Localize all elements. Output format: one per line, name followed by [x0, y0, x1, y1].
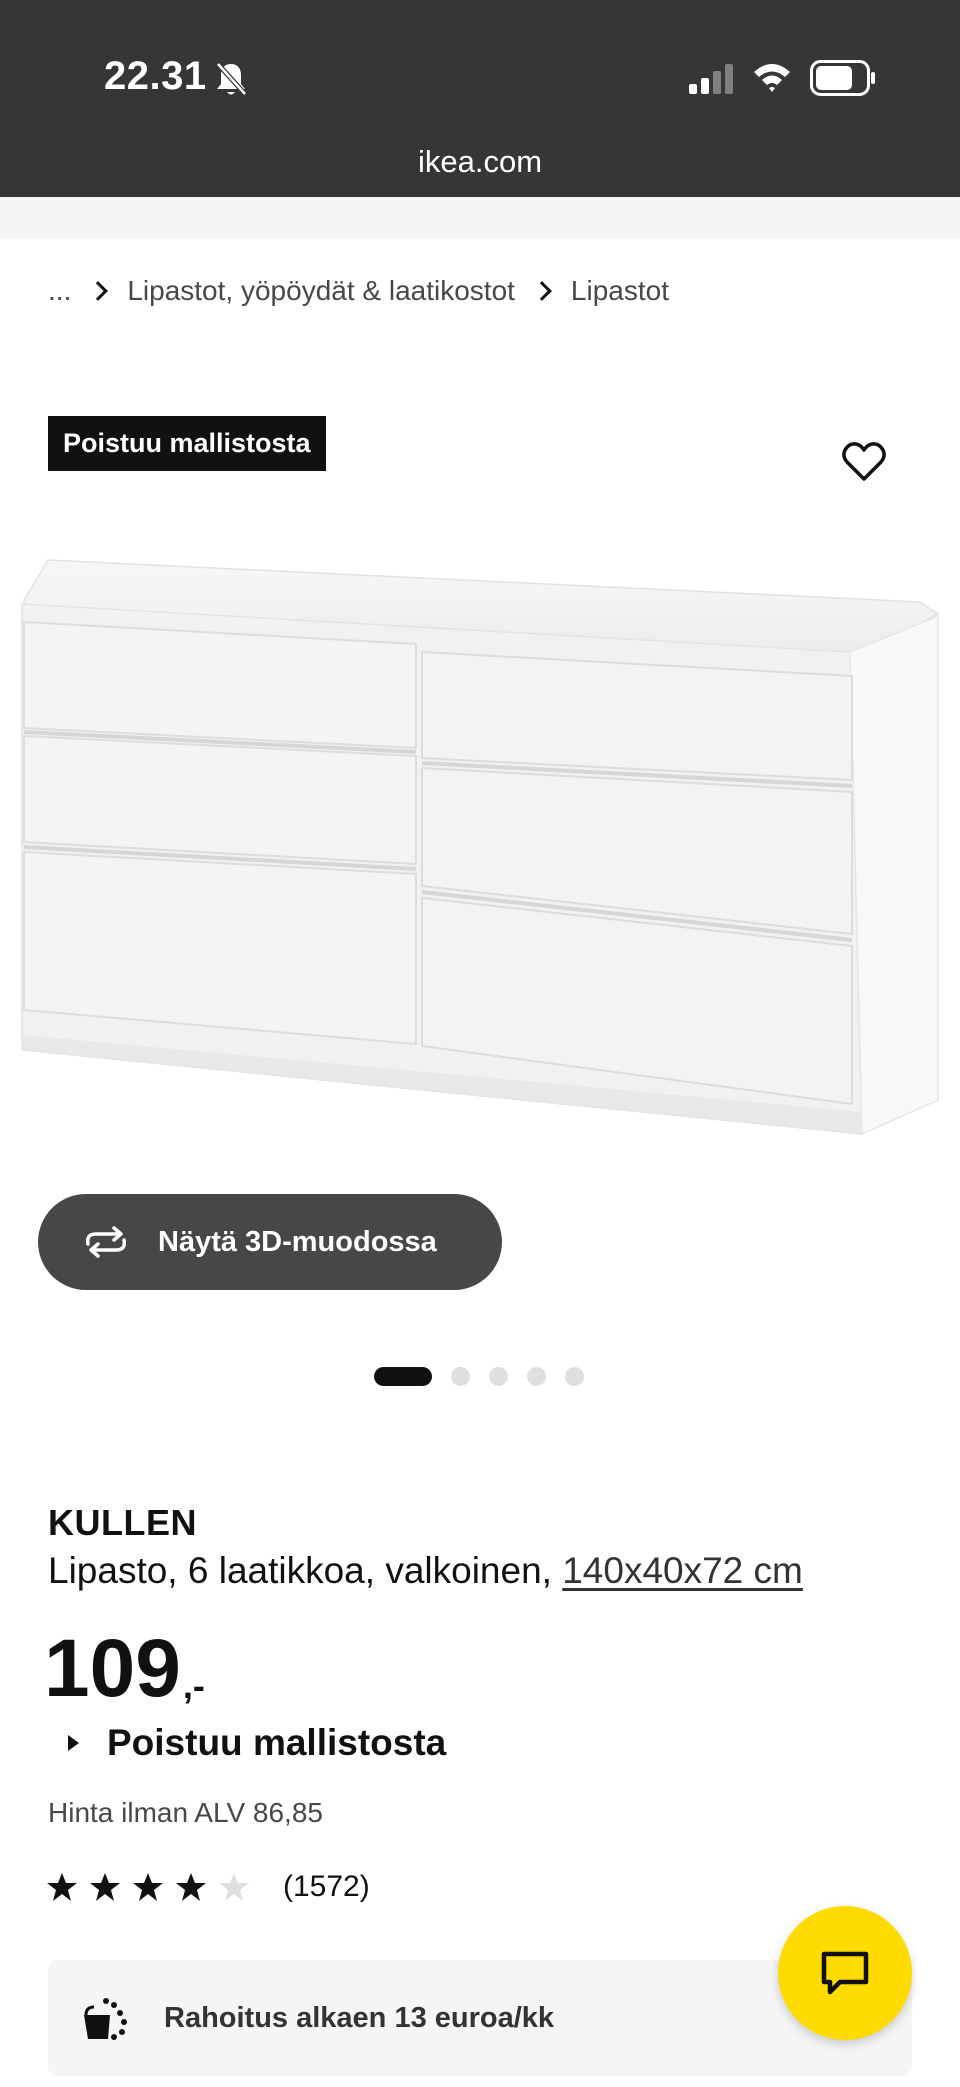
url-bar[interactable]: ikea.com [0, 144, 960, 180]
product-price: 109 ,- [44, 1628, 205, 1710]
status-time: 22.31 [104, 54, 207, 98]
product-description: Lipasto, 6 laatikkoa, valkoinen, 140x40x… [48, 1550, 803, 1592]
gallery-dot-1[interactable] [374, 1366, 432, 1386]
product-image-dresser[interactable] [0, 540, 960, 1160]
product-name: KULLEN [48, 1502, 197, 1543]
breadcrumb: ... Lipastot, yöpöydät & laatikostot Lip… [48, 271, 669, 311]
breadcrumb-ellipsis[interactable]: ... [48, 275, 71, 307]
product-measurements-link[interactable]: 140x40x72 cm [562, 1550, 803, 1591]
chat-button[interactable] [778, 1906, 912, 2040]
browser-top-bar: 22.31 ikea.com [0, 0, 960, 197]
heart-outline-icon [842, 442, 886, 481]
gallery-dot-2[interactable] [451, 1366, 470, 1386]
favorite-button[interactable] [838, 436, 890, 488]
financing-label: Rahoitus alkaen 13 euroa/kk [164, 2001, 555, 2034]
chat-bubble-icon [821, 1951, 869, 1995]
bell-slash-icon [216, 62, 247, 96]
product-description-text: Lipasto, 6 laatikkoa, valkoinen, [48, 1550, 563, 1591]
breadcrumb-item-current[interactable]: Lipastot [571, 275, 669, 307]
rotate-3d-icon [85, 1226, 127, 1258]
gallery-dot-4[interactable] [527, 1366, 546, 1386]
price-suffix: ,- [182, 1665, 205, 1706]
star-filled-icon [90, 1873, 120, 1901]
breadcrumb-item-category[interactable]: Lipastot, yöpöydät & laatikostot [127, 275, 515, 307]
star-empty-icon [219, 1873, 249, 1901]
battery-icon [810, 60, 875, 96]
review-count: (1572) [283, 1870, 370, 1903]
signal-icon [689, 64, 733, 94]
wallet-coins-icon [84, 1998, 127, 2040]
sticky-header-strip [0, 197, 960, 239]
price-integer: 109 [44, 1623, 181, 1714]
star-filled-icon [176, 1873, 206, 1901]
gallery-pagination [374, 1366, 603, 1386]
rating[interactable]: (1572) [46, 1870, 370, 1904]
chevron-right-icon [532, 281, 552, 301]
availability-disclosure[interactable]: Poistuu mallistosta [68, 1722, 446, 1764]
disclosure-triangle-icon [68, 1735, 79, 1751]
chevron-right-icon [88, 281, 109, 301]
gallery-dot-5[interactable] [565, 1366, 584, 1386]
availability-label: Poistuu mallistosta [107, 1722, 447, 1763]
discontinued-badge: Poistuu mallistosta [48, 416, 326, 471]
star-filled-icon [133, 1873, 163, 1901]
view-3d-button[interactable]: Näytä 3D-muodossa [38, 1194, 502, 1290]
wifi-icon [754, 64, 790, 92]
view-3d-label: Näytä 3D-muodossa [158, 1225, 437, 1258]
gallery-dot-3[interactable] [489, 1366, 508, 1386]
star-filled-icon [47, 1873, 77, 1901]
price-without-vat: Hinta ilman ALV 86,85 [48, 1797, 323, 1828]
